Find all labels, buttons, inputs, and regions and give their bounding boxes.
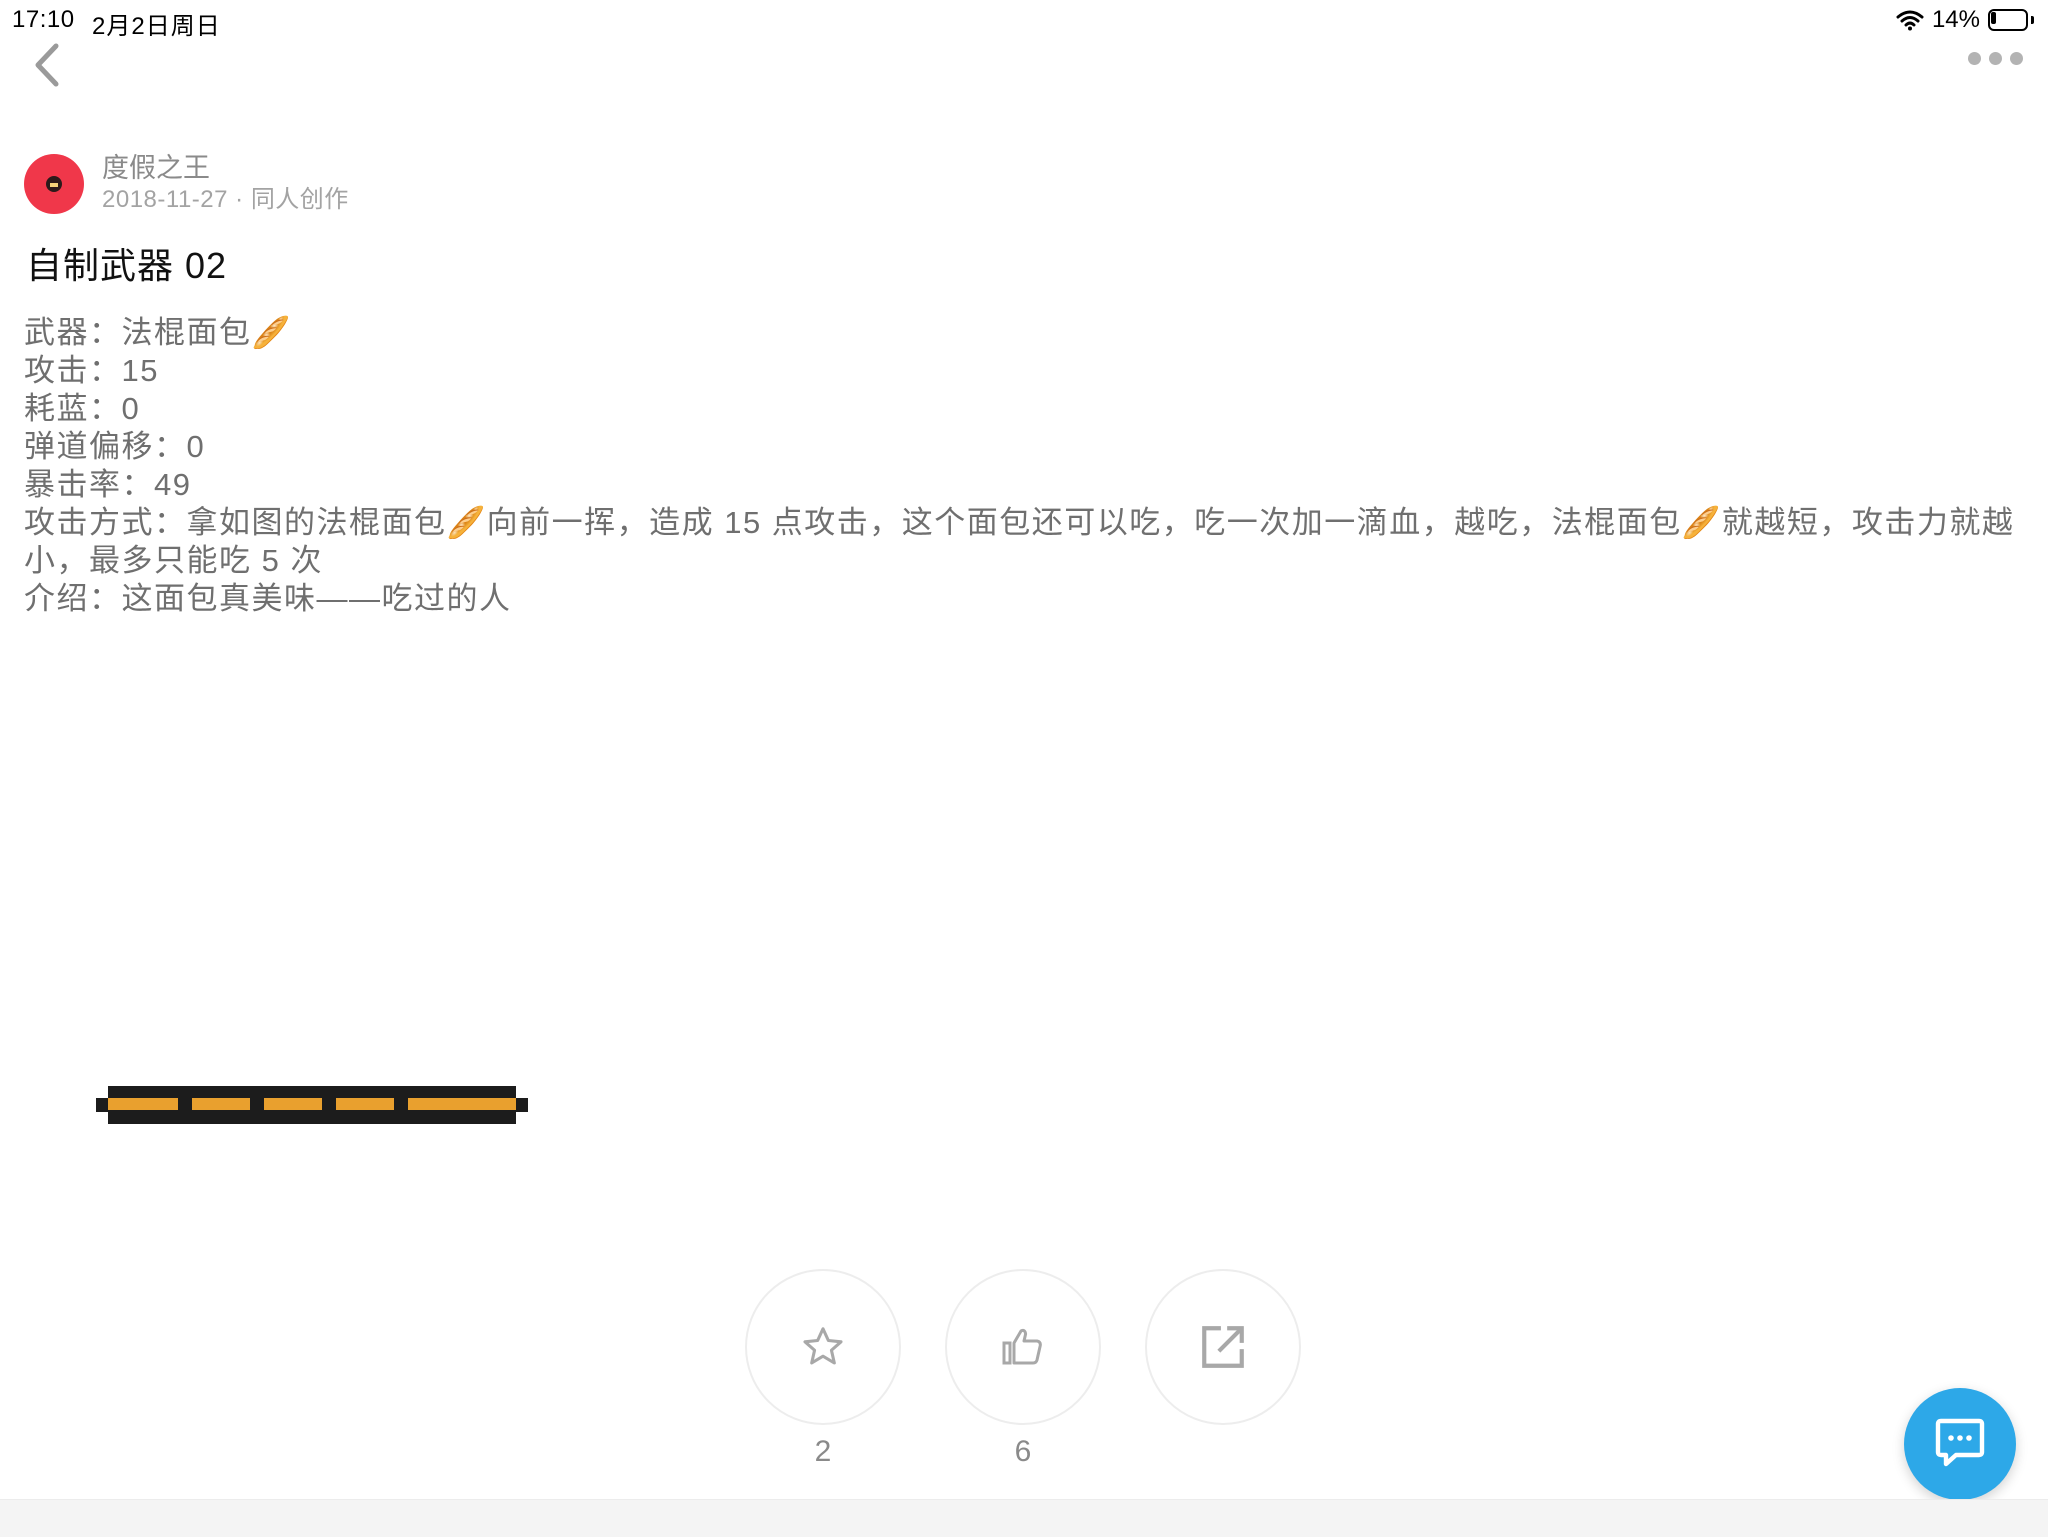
post-line-crit: 暴击率：49 — [24, 467, 192, 502]
status-indicators: 14% — [1896, 6, 2034, 34]
more-dot — [1989, 52, 2002, 65]
like-count: 6 — [1014, 1435, 1032, 1468]
post-line-weapon: 武器：法棍面包🥖 — [24, 315, 292, 350]
share-action — [1145, 1269, 1301, 1471]
avatar[interactable] — [24, 154, 84, 214]
post-line-mana: 耗蓝：0 — [24, 391, 141, 426]
status-time: 17:10 — [12, 6, 75, 33]
favorite-button[interactable] — [745, 1269, 901, 1425]
avatar-image — [46, 176, 62, 192]
battery-percentage: 14% — [1931, 6, 1980, 33]
like-action: 6 — [945, 1269, 1101, 1471]
share-button[interactable] — [1145, 1269, 1301, 1425]
author-name[interactable]: 度假之王 — [102, 152, 349, 184]
like-button[interactable] — [945, 1269, 1101, 1425]
share-icon — [1202, 1326, 1244, 1368]
status-date: 2月2日周日 — [92, 13, 221, 40]
post-line-intro: 介绍：这面包真美味——吃过的人 — [24, 581, 512, 616]
chat-bubble-icon — [1935, 1418, 1985, 1467]
status-bar: 17:10 2月2日周日 14% — [0, 0, 2048, 40]
more-dots-icon — [1968, 52, 1981, 65]
post-title: 自制武器 02 — [26, 245, 228, 286]
weapon-image[interactable] — [96, 1086, 528, 1124]
baguette-pixel-image — [96, 1086, 528, 1124]
wifi-icon — [1896, 9, 1924, 31]
post-line-attack: 攻击：15 — [24, 353, 159, 388]
more-button[interactable] — [1968, 52, 2028, 65]
author-info: 度假之王 2018-11-27 · 同人创作 — [102, 152, 349, 216]
thumbs-up-icon — [1002, 1328, 1042, 1365]
author-block: 度假之王 2018-11-27 · 同人创作 — [24, 152, 349, 216]
back-button[interactable] — [26, 40, 66, 90]
battery-icon — [1988, 9, 2034, 31]
post-meta: 2018-11-27 · 同人创作 — [102, 186, 349, 213]
post-body: 武器：法棍面包🥖 攻击：15 耗蓝：0 弹道偏移：0 暴击率：49 攻击方式：拿… — [24, 314, 2024, 618]
post-line-deviation: 弹道偏移：0 — [24, 429, 206, 464]
favorite-action: 2 — [745, 1269, 901, 1471]
post-line-attack-mode: 攻击方式：拿如图的法棍面包🥖向前一挥，造成 15 点攻击，这个面包还可以吃，吃一… — [24, 505, 2015, 578]
more-dot — [2010, 52, 2023, 65]
chevron-left-icon — [35, 43, 59, 87]
comment-button[interactable] — [1904, 1388, 2016, 1500]
star-icon — [803, 1327, 843, 1365]
bottom-bar — [0, 1499, 2048, 1537]
favorite-count: 2 — [814, 1435, 832, 1468]
share-count — [1145, 1435, 1301, 1471]
